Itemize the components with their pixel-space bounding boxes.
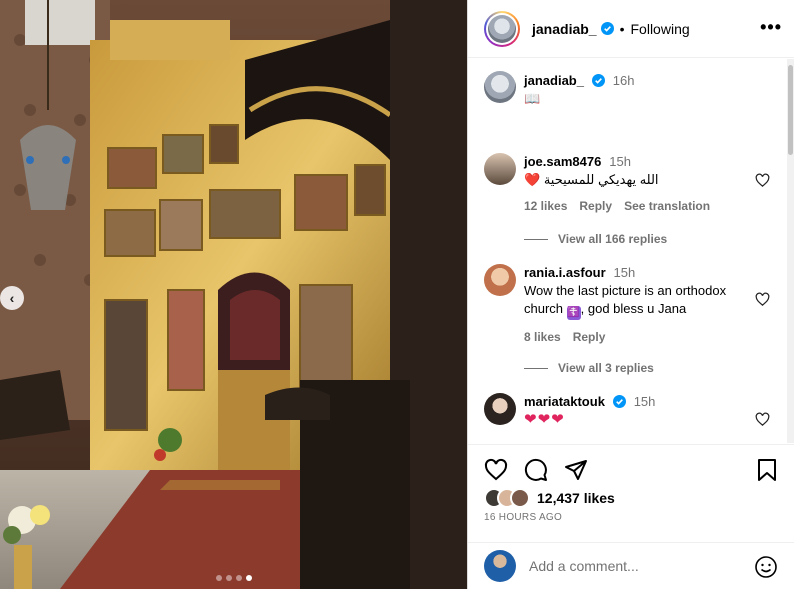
comment-time: 15h (609, 154, 631, 169)
comment-time: 15h (633, 394, 656, 409)
orthodox-cross-emoji: ☦️ (566, 306, 581, 320)
caption: janadiab_ 16h 📖 (484, 71, 754, 108)
verified-badge-icon (612, 395, 626, 408)
view-replies-button[interactable]: View all 3 replies (524, 361, 654, 375)
verified-badge-icon (591, 74, 605, 87)
more-options-icon[interactable]: ••• (760, 17, 782, 38)
following-button[interactable]: Following (631, 21, 690, 37)
liker-avatar (510, 488, 530, 508)
post-timestamp[interactable]: 16 HOURS AGO (484, 512, 562, 523)
comment-text: ❤❤❤ (524, 411, 565, 428)
post-actions (468, 444, 794, 494)
comment-likes[interactable]: 8 likes (524, 330, 561, 344)
add-comment-input[interactable] (529, 558, 749, 574)
emoji-icon[interactable] (754, 555, 778, 579)
comment-item: rania.i.asfour 15h Wow the last picture … (484, 264, 754, 344)
comment-username[interactable]: mariataktouk (524, 394, 605, 409)
comment-username[interactable]: joe.sam8476 (524, 154, 601, 169)
reply-button[interactable]: Reply (573, 330, 606, 344)
carousel-indicator (0, 575, 467, 581)
comment-like-heart-icon[interactable] (755, 173, 770, 188)
author-username[interactable]: janadiab_ (532, 21, 597, 37)
commenter-avatar[interactable] (484, 153, 516, 185)
comment-item: joe.sam8476 15h ❤️ الله يهديكي للمسيحية … (484, 153, 754, 213)
heart-icon[interactable] (484, 458, 508, 482)
comment-likes[interactable]: 12 likes (524, 199, 567, 213)
commenter-avatar[interactable] (484, 264, 516, 296)
share-icon[interactable] (564, 458, 588, 482)
post-modal: ‹ janadiab_ • Following ••• janadiab_ 16… (0, 0, 794, 589)
commenter-avatar[interactable] (484, 393, 516, 425)
likes-count[interactable]: 12,437 likes (537, 490, 615, 506)
verified-badge-icon (600, 22, 614, 35)
comment-text-end: , god bless u Jana (580, 301, 687, 316)
likes-summary[interactable]: 12,437 likes (484, 488, 615, 508)
post-side-panel: janadiab_ • Following ••• janadiab_ 16h … (467, 0, 794, 589)
separator-dot: • (619, 20, 625, 37)
comment-like-heart-icon[interactable] (755, 412, 770, 427)
see-translation-button[interactable]: See translation (624, 199, 710, 213)
comment-username[interactable]: rania.i.asfour (524, 265, 606, 280)
comment-text: الله يهديكي للمسيحية (543, 172, 659, 187)
carousel-dot (235, 575, 242, 581)
current-user-avatar (484, 550, 516, 582)
caption-time: 16h (612, 73, 635, 88)
previous-media-button[interactable]: ‹ (0, 286, 24, 310)
church-iconostasis-photo (0, 0, 467, 589)
comment-time: 15h (613, 265, 636, 280)
comment-item: mariataktouk 15h ❤❤❤ (484, 393, 754, 429)
comments-list[interactable]: janadiab_ 16h 📖 joe.sam8476 15h ❤️ الله … (468, 59, 794, 443)
caption-username[interactable]: janadiab_ (524, 73, 584, 88)
carousel-dot (225, 575, 232, 581)
post-header: janadiab_ • Following ••• (468, 0, 794, 58)
bookmark-icon[interactable] (756, 458, 778, 482)
comments-scrollbar[interactable] (787, 59, 794, 443)
post-media[interactable]: ‹ (0, 0, 467, 589)
caption-text: 📖 (524, 91, 541, 106)
chevron-left-icon: ‹ (9, 290, 15, 306)
comment-icon[interactable] (524, 458, 548, 482)
reply-button[interactable]: Reply (579, 199, 612, 213)
author-avatar[interactable] (484, 10, 520, 47)
heart-emoji: ❤️ (524, 172, 541, 187)
add-comment-bar (468, 542, 794, 589)
comment-like-heart-icon[interactable] (755, 292, 770, 307)
view-replies-button[interactable]: View all 166 replies (524, 232, 667, 246)
author-avatar[interactable] (484, 71, 516, 103)
carousel-dot (215, 575, 222, 581)
carousel-dot-active (245, 575, 252, 581)
scrollbar-thumb[interactable] (788, 65, 793, 155)
author-avatar-image (488, 14, 516, 43)
